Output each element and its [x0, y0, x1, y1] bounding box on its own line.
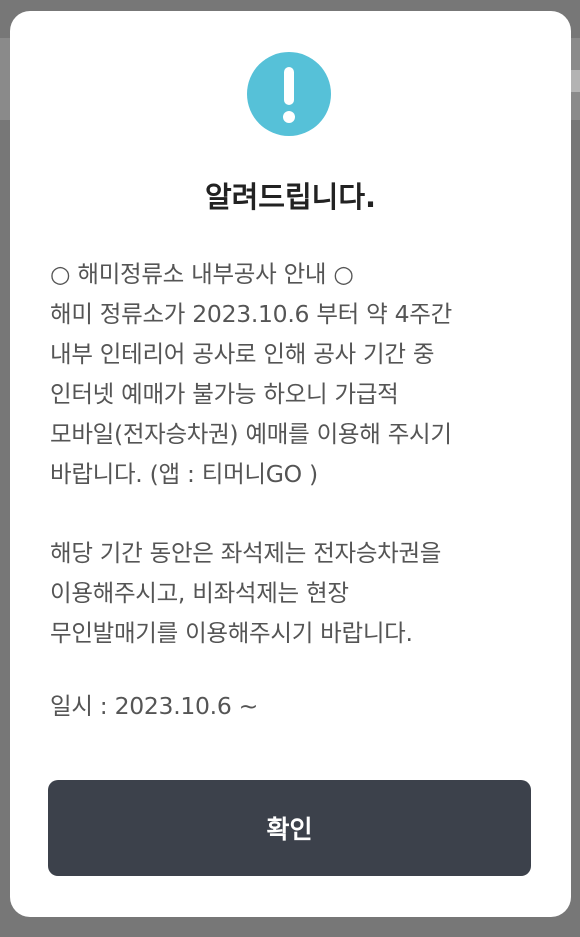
message-line: ○ 해미정류소 내부공사 안내 ○	[50, 260, 354, 288]
message-line: 해당 기간 동안은 좌석제는 전자승차권을	[50, 539, 442, 567]
exclamation-icon	[247, 52, 331, 136]
schedule-line: 일시 : 2023.10.6 ~	[50, 692, 259, 720]
message-line: 해미 정류소가 2023.10.6 부터 약 4주간	[50, 300, 452, 328]
message-line: 이용해주시고, 비좌석제는 현장	[50, 579, 349, 607]
message-line: 내부 인테리어 공사로 인해 공사 기간 중	[50, 340, 435, 368]
message-line: 모바일(전자승차권) 예매를 이용해 주시기	[50, 420, 452, 448]
message-line: 무인발매기를 이용해주시기 바랍니다.	[50, 619, 413, 647]
message-line: 바랍니다. (앱 : 티머니GO )	[50, 460, 318, 488]
confirm-button[interactable]: 확인	[48, 780, 531, 876]
exclamation-dot	[283, 111, 295, 123]
notice-dialog: 알려드립니다. ○ 해미정류소 내부공사 안내 ○ 해미 정류소가 2023.1…	[10, 11, 571, 917]
message-line: 인터넷 예매가 불가능 하오니 가급적	[50, 380, 399, 408]
dialog-title: 알려드립니다.	[204, 180, 377, 214]
background-page-edge	[570, 70, 580, 92]
exclamation-bar	[284, 67, 294, 105]
dialog-message: ○ 해미정류소 내부공사 안내 ○ 해미 정류소가 2023.10.6 부터 약…	[50, 254, 550, 726]
